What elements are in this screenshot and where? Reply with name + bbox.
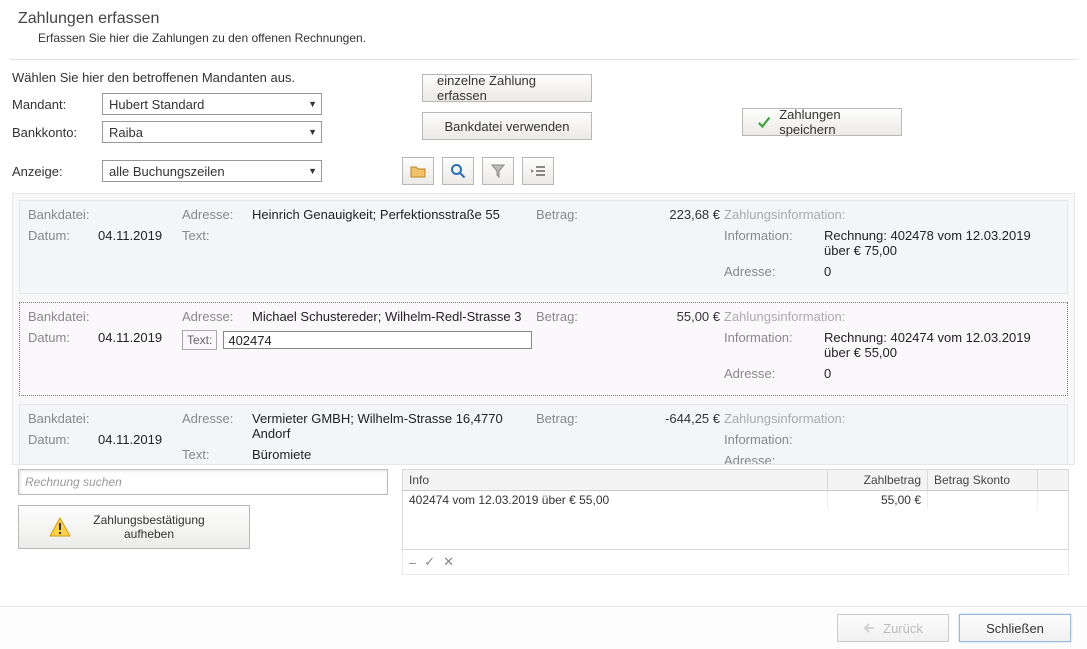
grid-header: Info Zahlbetrag Betrag Skonto [402, 469, 1069, 491]
mandant-select[interactable]: Hubert Standard ▼ [102, 93, 322, 115]
zahlungsinformation-label: Zahlungsinformation: [724, 411, 1075, 426]
text-input[interactable] [223, 331, 532, 349]
close-button[interactable]: Schließen [959, 614, 1071, 642]
payment-entry[interactable]: Bankdatei:Datum:04.11.2019Adresse:Vermie… [19, 404, 1068, 465]
save-payments-label: Zahlungen speichern [779, 107, 887, 137]
chevron-down-icon: ▼ [308, 127, 317, 137]
info-adresse-label: Adresse: [724, 264, 814, 279]
text-value: Büromiete [252, 447, 311, 462]
information-value: Rechnung: 402478 vom 12.03.2019 über € 7… [824, 228, 1034, 258]
payment-entry[interactable]: Bankdatei: Datum: 04.11.2019 Adresse: Michae… [19, 302, 1068, 396]
search-button[interactable] [442, 157, 474, 185]
indent-icon [530, 164, 546, 178]
information-value: Rechnung: 402474 vom 12.03.2019 über € 5… [824, 330, 1034, 360]
adresse-value: Michael Schustereder; Wilhelm-Redl-Stras… [252, 309, 521, 324]
datum-value: 04.11.2019 [98, 330, 162, 345]
open-folder-button[interactable] [402, 157, 434, 185]
check-icon [757, 114, 771, 130]
text-label: Text: [182, 447, 246, 462]
info-adresse-label: Adresse: [724, 366, 814, 381]
chevron-down-icon: ▼ [308, 99, 317, 109]
chevron-down-icon: ▼ [308, 166, 317, 176]
grid-row[interactable]: 402474 vom 12.03.2019 über € 55,0055,00 … [403, 491, 1068, 509]
back-button: Zurück [837, 614, 949, 642]
filter-button[interactable] [482, 157, 514, 185]
grid-remove-icon[interactable]: – [409, 555, 416, 570]
anzeige-select[interactable]: alle Buchungszeilen ▼ [102, 160, 322, 182]
info-adresse-label: Adresse: [724, 453, 814, 465]
bankkonto-select[interactable]: Raiba ▼ [102, 121, 322, 143]
search-icon [450, 163, 466, 179]
information-label: Information: [724, 330, 814, 360]
betrag-value: -644,25 € [650, 411, 720, 426]
betrag-value: 223,68 € [650, 207, 720, 222]
anzeige-value: alle Buchungszeilen [109, 164, 225, 179]
mandant-value: Hubert Standard [109, 97, 204, 112]
cancel-confirmation-button[interactable]: Zahlungsbestätigung aufheben [18, 505, 250, 549]
grid-cancel-icon[interactable]: ✕ [443, 554, 454, 570]
bankdatei-label: Bankdatei: [28, 207, 92, 222]
adresse-value: Heinrich Genauigkeit; Perfektionsstraße … [252, 207, 500, 222]
datum-label: Datum: [28, 432, 92, 447]
info-adresse-value: 0 [824, 366, 831, 381]
grid-header-info: Info [403, 470, 828, 490]
save-payments-button[interactable]: Zahlungen speichern [742, 108, 902, 136]
grid-confirm-icon[interactable]: ✓ [424, 554, 435, 570]
indent-button[interactable] [522, 157, 554, 185]
use-bankfile-label: Bankdatei verwenden [444, 119, 569, 134]
datum-value: 04.11.2019 [98, 228, 162, 243]
grid-footer: – ✓ ✕ [402, 550, 1069, 575]
close-label: Schließen [986, 621, 1044, 636]
entry-list[interactable]: Bankdatei: Datum: 04.11.2019 Adresse: Heinri… [12, 193, 1075, 465]
betrag-label: Betrag: [536, 207, 600, 222]
betrag-label: Betrag: [536, 309, 600, 324]
zahlungsinformation-label: Zahlungsinformation: [724, 207, 1075, 222]
mandant-label: Mandant: [12, 97, 102, 112]
folder-icon [410, 164, 426, 178]
grid-cell-skonto [928, 491, 1038, 509]
bankdatei-label: Bankdatei: [28, 411, 92, 426]
arrow-left-icon [863, 623, 875, 633]
search-placeholder: Rechnung suchen [25, 475, 122, 489]
datum-label: Datum: [28, 228, 92, 243]
search-invoice-input[interactable]: Rechnung suchen [18, 469, 388, 495]
adresse-label: Adresse: [182, 207, 246, 222]
adresse-label: Adresse: [182, 309, 246, 324]
anzeige-label: Anzeige: [12, 164, 102, 179]
text-label: Text: [182, 228, 246, 243]
grid-header-zahlbetrag: Zahlbetrag [828, 470, 928, 490]
betrag-label: Betrag: [536, 411, 600, 426]
datum-label: Datum: [28, 330, 92, 345]
datum-value: 04.11.2019 [98, 432, 162, 447]
information-label: Information: [724, 228, 814, 258]
single-payment-label: einzelne Zahlung erfassen [437, 73, 577, 103]
payment-entry[interactable]: Bankdatei: Datum: 04.11.2019 Adresse: Heinri… [19, 200, 1068, 294]
bankkonto-label: Bankkonto: [12, 125, 102, 140]
page-subtitle: Erfassen Sie hier die Zahlungen zu den o… [38, 31, 1069, 45]
bankdatei-label: Bankdatei: [28, 309, 92, 324]
page-title: Zahlungen erfassen [18, 10, 1069, 28]
adresse-label: Adresse: [182, 411, 246, 441]
betrag-value: 55,00 € [650, 309, 720, 324]
single-payment-button[interactable]: einzelne Zahlung erfassen [422, 74, 592, 102]
information-label: Information: [724, 432, 814, 447]
info-adresse-value: 0 [824, 264, 831, 279]
grid-cell-zahlbetrag: 55,00 € [828, 491, 928, 509]
form-instruction: Wählen Sie hier den betroffenen Mandante… [12, 70, 392, 85]
use-bankfile-button[interactable]: Bankdatei verwenden [422, 112, 592, 140]
warning-icon [49, 517, 71, 537]
grid-header-skonto: Betrag Skonto [928, 470, 1038, 490]
adresse-value: Vermieter GMBH; Wilhelm-Strasse 16,4770 … [252, 411, 532, 441]
back-label: Zurück [883, 621, 923, 636]
text-label: Text: [182, 330, 217, 350]
zahlungsinformation-label: Zahlungsinformation: [724, 309, 1075, 324]
grid-cell-info: 402474 vom 12.03.2019 über € 55,00 [403, 491, 828, 509]
filter-icon [491, 164, 505, 178]
bankkonto-value: Raiba [109, 125, 143, 140]
grid-body[interactable]: 402474 vom 12.03.2019 über € 55,0055,00 … [402, 491, 1069, 550]
cancel-confirmation-label: Zahlungsbestätigung aufheben [79, 513, 219, 542]
